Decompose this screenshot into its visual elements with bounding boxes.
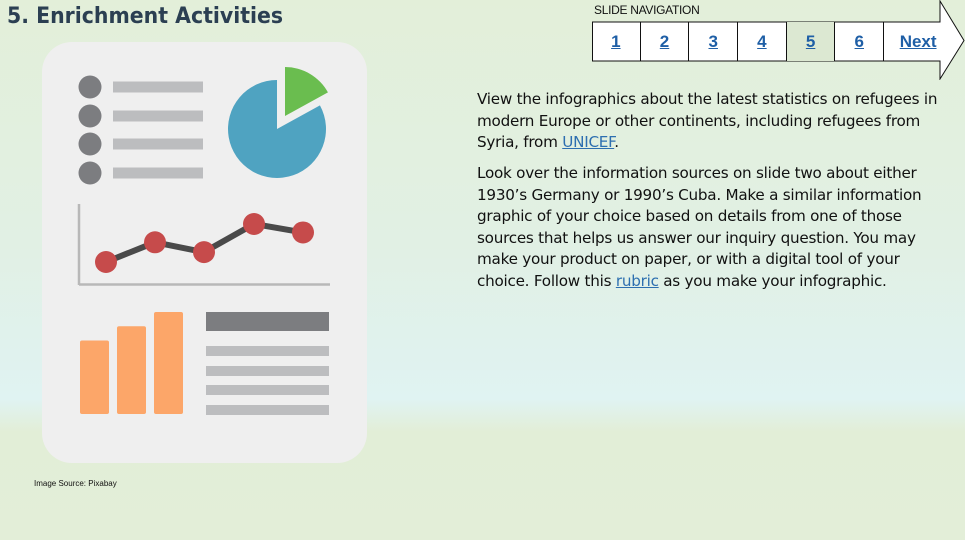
nav-slide-4-link[interactable]: 4 xyxy=(738,22,787,61)
bullet-dot xyxy=(78,75,102,99)
paragraph-text: . xyxy=(614,133,619,152)
instruction-paragraph-1: View the infographics about the latest s… xyxy=(477,89,947,154)
trend-point xyxy=(144,231,166,254)
nav-slide-5-link[interactable]: 5 xyxy=(786,22,836,61)
unicef-link[interactable]: UNICEF xyxy=(562,133,614,151)
paragraph-text: as you make your infographic. xyxy=(658,271,887,290)
bullet-line xyxy=(113,110,203,122)
bullet-dot xyxy=(78,132,102,156)
trend-point xyxy=(292,221,314,244)
bullet-line xyxy=(113,138,203,150)
heading-line xyxy=(206,312,329,331)
bar xyxy=(154,312,183,414)
trend-point xyxy=(243,213,265,235)
bar xyxy=(117,326,146,414)
nav-next-button[interactable]: Next xyxy=(884,22,946,61)
trend-point xyxy=(193,241,215,264)
rubric-link[interactable]: rubric xyxy=(616,272,659,290)
nav-slide-1-link[interactable]: 1 xyxy=(592,22,641,61)
text-line xyxy=(206,405,329,415)
nav-slide-3-link[interactable]: 3 xyxy=(689,22,739,61)
bar xyxy=(80,340,109,414)
nav-slide-2-link[interactable]: 2 xyxy=(641,22,690,61)
bullet-dot xyxy=(78,104,102,128)
trend-point xyxy=(95,251,117,273)
nav-slide-6-link[interactable]: 6 xyxy=(835,22,885,61)
slide-navigation: 1 2 3 4 5 6 Next xyxy=(592,22,946,61)
text-line xyxy=(206,385,329,395)
bullet-line xyxy=(113,167,203,179)
instruction-paragraph-2: Look over the information sources on sli… xyxy=(477,163,947,293)
text-line xyxy=(206,366,329,376)
paragraph-text: View the infographics about the latest s… xyxy=(477,90,938,152)
bullet-line xyxy=(113,81,203,93)
text-line xyxy=(206,346,329,356)
image-source-caption: Image Source: Pixabay xyxy=(34,479,117,488)
bullet-dot xyxy=(78,161,102,185)
